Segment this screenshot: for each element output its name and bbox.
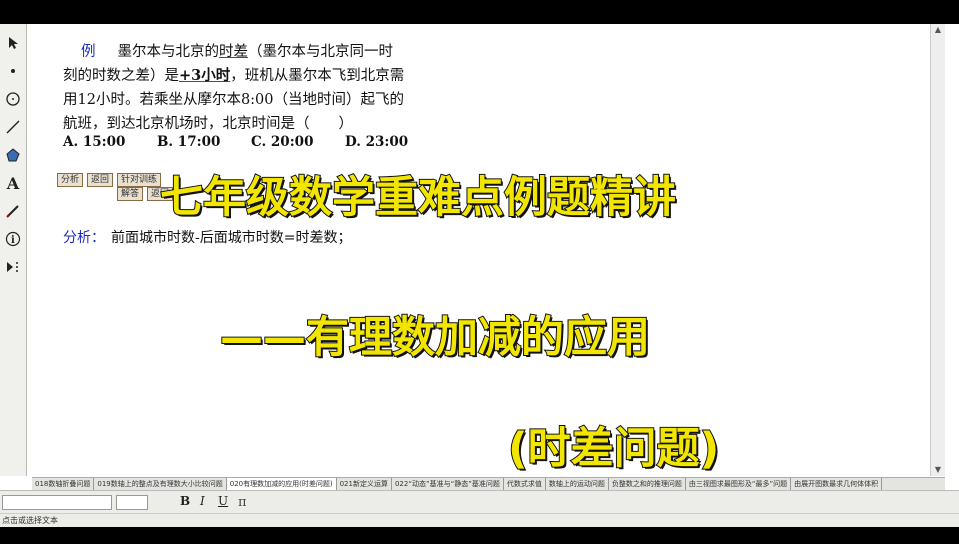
page-tab[interactable]: 数轴上的运动问题 [546,478,609,490]
choice-a: A. 15:00 [63,134,126,150]
marker-tool-icon[interactable] [2,200,24,222]
example-label: 例 [81,44,96,60]
sketch-canvas[interactable]: 例墨尔本与北京的时差（墨尔本与北京同一时 刻的时数之差）是+3小时，班机从墨尔本… [27,24,945,476]
practice-button[interactable]: 针对训练 [117,173,162,187]
analysis-text: 分析： 前面城市时数-后面城市时数=时差数； [63,230,352,246]
page-tab[interactable]: 负整数之和的推理问题 [609,478,686,490]
font-select[interactable] [2,495,112,510]
polygon-tool-icon[interactable] [2,144,24,166]
scroll-down-icon[interactable]: ▼ [931,464,945,476]
solve-button[interactable]: 解答 [117,187,144,201]
page-tab[interactable]: 020有理数加减的应用(时差问题) [226,478,337,490]
back-button[interactable]: 返回 [87,173,114,187]
page-tab[interactable]: 由展开图数最求几何体体积 [791,478,883,490]
choice-c: C. 20:00 [251,134,314,150]
analyze-button[interactable]: 分析 [57,173,84,187]
tool-palette: A i [0,24,27,476]
example-problem: 例墨尔本与北京的时差（墨尔本与北京同一时 刻的时数之差）是+3小时，班机从墨尔本… [63,44,405,132]
choice-d: D. 23:00 [345,134,409,150]
page-tab[interactable]: 019数轴上的整点及有理数大小比较问题 [94,478,227,490]
page-tab[interactable]: 022“动态”基准与“静态”基准问题 [392,478,504,490]
page-tab[interactable]: 018数轴折叠问题 [32,478,95,490]
overlay-subtitle: ——有理数加减的应用 [219,312,651,364]
page-tabs: 018数轴折叠问题 019数轴上的整点及有理数大小比较问题 020有理数加减的应用(… [32,477,945,490]
info-tool-icon[interactable]: i [2,228,24,250]
text-tool-icon[interactable]: A [2,172,24,194]
svg-text:i: i [11,235,15,246]
font-size-select[interactable] [116,495,148,510]
page-tab[interactable]: 代数式求值 [504,478,546,490]
status-bar: 点击或选择文本 [0,513,959,527]
overlay-title: 七年级数学重难点例题精讲 [159,172,677,224]
overlay-topic: (时差问题) [507,423,720,475]
choice-b: B. 17:00 [157,134,221,150]
underline-button[interactable]: U [218,494,228,508]
custom-tool-icon[interactable] [2,256,24,278]
format-toolbar: B I U π [0,490,959,513]
vertical-scrollbar[interactable]: ▲ ▼ [930,24,945,476]
answer-choices: A. 15:00 B. 17:00 C. 20:00 D. 23:00 [63,134,439,150]
page-tab[interactable]: 021新定义运算 [337,478,392,490]
symbol-icon[interactable]: π [236,493,250,512]
scroll-up-icon[interactable]: ▲ [931,24,945,36]
page-tab[interactable]: 由三视图求最图形及“最多”问题 [686,478,792,490]
point-tool-icon[interactable] [2,60,24,82]
app-window: A i 例墨尔本与北京的时差（墨尔本与北京同一时 刻的时数之差）是+3小时，班机… [0,24,959,527]
bold-button[interactable]: B [180,494,190,508]
select-arrow-icon[interactable] [2,32,24,54]
svg-text:π: π [238,495,247,509]
line-tool-icon[interactable] [2,116,24,138]
italic-button[interactable]: I [200,494,205,508]
compass-tool-icon[interactable] [2,88,24,110]
